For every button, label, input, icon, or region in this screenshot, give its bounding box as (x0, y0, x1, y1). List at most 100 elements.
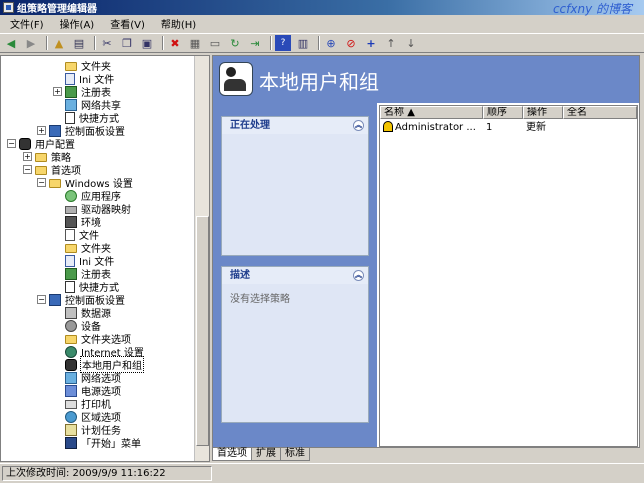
tab-standard[interactable]: 标准 (280, 448, 310, 461)
folder-options-icon (65, 335, 77, 344)
tab-extended[interactable]: 扩展 (251, 448, 281, 461)
toolbar-separator (46, 36, 48, 50)
toolbar-separator (270, 36, 272, 50)
expand-toggle[interactable]: + (23, 152, 32, 161)
menu-bar: 文件(F) 操作(A) 查看(V) 帮助(H) (0, 15, 644, 32)
help-icon[interactable]: ? (275, 35, 291, 51)
processing-panel-header[interactable]: 正在处理 ︽ (222, 117, 368, 134)
processing-panel-title: 正在处理 (230, 120, 270, 131)
drive-icon (65, 206, 77, 214)
print-icon[interactable]: ▭ (207, 35, 223, 51)
ini-file-icon (65, 254, 75, 267)
toolbar-separator (94, 36, 96, 50)
menu-view[interactable]: 查看(V) (102, 16, 153, 31)
table-row[interactable]: Administrator ... 1 更新 (380, 121, 637, 134)
registry-icon (65, 267, 77, 280)
collapse-toggle[interactable]: − (37, 178, 46, 187)
column-header-name[interactable]: 名称 ▲ (380, 106, 483, 119)
refresh-icon[interactable]: ↻ (227, 35, 243, 51)
cut-icon[interactable]: ✂ (99, 35, 115, 51)
list-header: 名称 ▲ 顺序 操作 全名 (380, 106, 637, 119)
view-icon[interactable]: ▥ (295, 35, 311, 51)
column-header-order[interactable]: 顺序 (483, 106, 523, 119)
view-tabs: 首选项 扩展 标准 (212, 448, 310, 461)
users-icon (65, 358, 77, 371)
description-panel-title: 描述 (230, 270, 250, 281)
row-name: Administrator ... (395, 122, 476, 133)
paste-icon[interactable]: ▣ (139, 35, 155, 51)
network-options-icon (65, 371, 77, 384)
region-icon (65, 410, 77, 423)
copy-icon[interactable]: ❐ (119, 35, 135, 51)
app-icon (3, 2, 14, 13)
device-icon (65, 319, 77, 332)
up-folder-icon[interactable]: ▲ (51, 35, 67, 51)
details-pane: 本地用户和组 正在处理 ︽ 描述 ︽ 没有选择策略 名称 ▲ 顺序 操作 全名 … (212, 55, 640, 448)
properties-icon[interactable]: ▦ (187, 35, 203, 51)
tab-preferences[interactable]: 首选项 (212, 448, 252, 461)
tree-scrollbar-thumb[interactable] (196, 216, 209, 446)
start-menu-icon (65, 436, 77, 449)
export-icon[interactable]: ⇥ (247, 35, 263, 51)
printer-icon (65, 400, 77, 409)
toolbar-separator (318, 36, 320, 50)
collapse-chevron-icon[interactable]: ︽ (353, 120, 364, 131)
user-icon (383, 121, 393, 132)
collapse-chevron-icon[interactable]: ︽ (353, 270, 364, 281)
environment-icon (65, 215, 77, 228)
ini-file-icon (65, 72, 75, 85)
menu-help[interactable]: 帮助(H) (153, 16, 204, 31)
description-panel-body: 没有选择策略 (222, 284, 368, 422)
sort-ascending-icon: ▲ (407, 107, 415, 118)
folder-icon (65, 62, 77, 71)
folder-icon (49, 179, 61, 188)
tree-scrollbar[interactable] (194, 56, 209, 461)
window-title: 组策略管理编辑器 (17, 4, 97, 15)
tree-item-start-menu[interactable]: 「开始」菜单 (65, 436, 142, 450)
expand-toggle[interactable]: + (53, 87, 62, 96)
new-item-icon[interactable]: ⊕ (323, 35, 339, 51)
column-header-action[interactable]: 操作 (523, 106, 563, 119)
status-bar: 上次修改时间: 2009/9/9 11:16:22 (0, 463, 644, 483)
move-up-icon[interactable]: ↑ (383, 35, 399, 51)
folder-icon (65, 244, 77, 253)
stop-icon[interactable]: ⊘ (343, 35, 359, 51)
description-panel: 描述 ︽ 没有选择策略 (221, 266, 369, 423)
move-down-icon[interactable]: ↓ (403, 35, 419, 51)
add-icon[interactable]: + (363, 35, 379, 51)
internet-icon (65, 345, 77, 358)
expand-toggle[interactable]: + (37, 126, 46, 135)
toolbar-separator (162, 36, 164, 50)
menu-action[interactable]: 操作(A) (52, 16, 103, 31)
forward-icon[interactable]: ▶ (23, 35, 39, 51)
processing-panel: 正在处理 ︽ (221, 116, 369, 256)
shortcut-icon (65, 280, 75, 293)
description-panel-header[interactable]: 描述 ︽ (222, 267, 368, 284)
menu-file[interactable]: 文件(F) (2, 16, 52, 31)
processing-panel-body (222, 134, 368, 255)
row-action: 更新 (526, 122, 546, 133)
folder-icon (35, 153, 47, 162)
description-text: 没有选择策略 (230, 294, 290, 305)
collapse-toggle[interactable]: − (23, 165, 32, 174)
user-config-icon (19, 137, 31, 150)
collapse-toggle[interactable]: − (7, 139, 16, 148)
column-header-fullname[interactable]: 全名 (563, 106, 637, 119)
details-title: 本地用户和组 (259, 70, 379, 94)
toolbar: ◀ ▶ ▲ ▤ ✂ ❐ ▣ ✖ ▦ ▭ ↻ ⇥ ? ▥ ⊕ ⊘ + ↑ ↓ (0, 33, 644, 53)
title-bar: 组策略管理编辑器 ccfxny 的博客 (0, 0, 644, 16)
details-header: 本地用户和组 (213, 56, 639, 103)
items-list: 名称 ▲ 顺序 操作 全名 Administrator ... 1 更新 (379, 105, 638, 447)
show-hide-tree-icon[interactable]: ▤ (71, 35, 87, 51)
file-icon (65, 228, 75, 241)
data-source-icon (65, 306, 77, 319)
delete-icon[interactable]: ✖ (167, 35, 183, 51)
shortcut-icon (65, 111, 75, 124)
back-icon[interactable]: ◀ (3, 35, 19, 51)
row-fullname (563, 121, 637, 134)
network-share-icon (65, 98, 77, 111)
tree-pane: 文件夹 Ini 文件 + 注册表 网络共享 快捷方式 + 控制面板设置 − 用户… (0, 55, 210, 462)
users-group-icon (219, 62, 253, 96)
control-panel-icon (49, 293, 61, 306)
collapse-toggle[interactable]: − (37, 295, 46, 304)
